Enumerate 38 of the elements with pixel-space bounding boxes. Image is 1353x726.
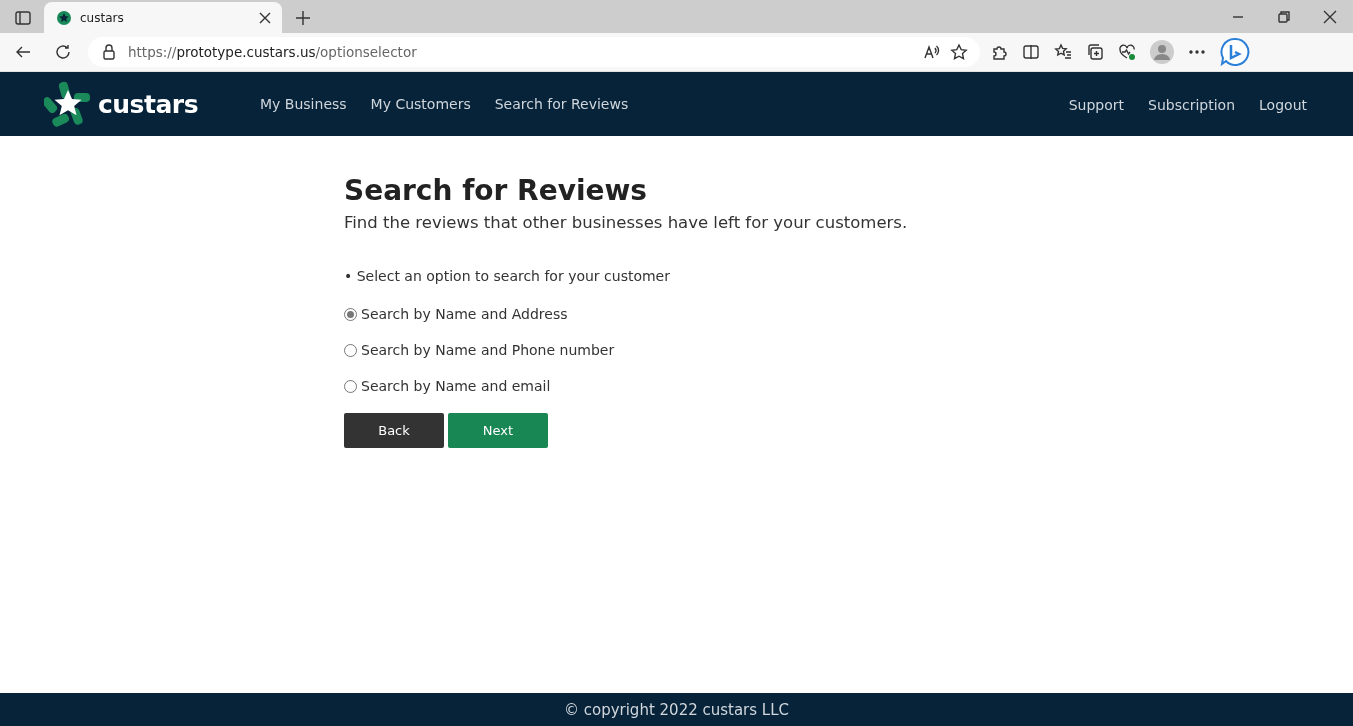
browser-tab[interactable]: custars <box>44 2 282 33</box>
lock-icon[interactable] <box>100 43 118 61</box>
brand-name[interactable]: custars <box>98 89 199 119</box>
copyright-text: © copyright 2022 custars LLC <box>563 700 790 719</box>
option-label[interactable]: Search by Name and Address <box>361 306 568 322</box>
radio-button[interactable] <box>344 379 357 393</box>
page-subtitle: Find the reviews that other businesses have left for your customers. <box>344 213 909 232</box>
nav-link[interactable]: Subscription <box>1148 96 1236 113</box>
star-logo-icon <box>56 9 72 26</box>
nav-link[interactable]: Search for Reviews <box>494 96 629 112</box>
sidebar-panel-icon[interactable] <box>14 9 32 27</box>
tab-title: custars <box>80 10 125 25</box>
address-bar[interactable]: https://prototype.custars.us/optionselector <box>88 37 980 67</box>
favorites-icon[interactable] <box>1054 43 1072 61</box>
option-label[interactable]: Search by Name and Phone number <box>361 342 615 358</box>
split-screen-icon[interactable] <box>1022 43 1040 61</box>
nav-link[interactable]: Support <box>1068 96 1125 113</box>
radio-button[interactable] <box>344 343 357 357</box>
heartbeat-icon[interactable] <box>1118 43 1136 61</box>
next-button[interactable]: Next <box>448 413 548 448</box>
nav-link[interactable]: My Customers <box>370 96 471 112</box>
read-aloud-icon[interactable] <box>922 43 940 61</box>
nav-link[interactable]: Logout <box>1259 96 1307 113</box>
plus-icon[interactable] <box>294 9 312 27</box>
url-text: https://prototype.custars.us/optionselector <box>128 44 418 60</box>
refresh-icon[interactable] <box>54 43 72 61</box>
profile-avatar[interactable] <box>1150 40 1174 64</box>
nav-link[interactable]: My Business <box>260 96 347 112</box>
instruction-text: • Select an option to search for your customer <box>344 268 671 284</box>
option-label[interactable]: Search by Name and email <box>361 378 551 394</box>
star-icon[interactable] <box>950 43 968 61</box>
puzzle-icon[interactable] <box>990 43 1008 61</box>
back-button[interactable]: Back <box>344 413 444 448</box>
collections-icon[interactable] <box>1086 43 1104 61</box>
star-logo-icon[interactable] <box>44 80 92 128</box>
page-title: Search for Reviews <box>344 174 649 207</box>
radio-button[interactable] <box>344 307 357 321</box>
chat-bubble-icon[interactable] <box>1220 37 1250 67</box>
